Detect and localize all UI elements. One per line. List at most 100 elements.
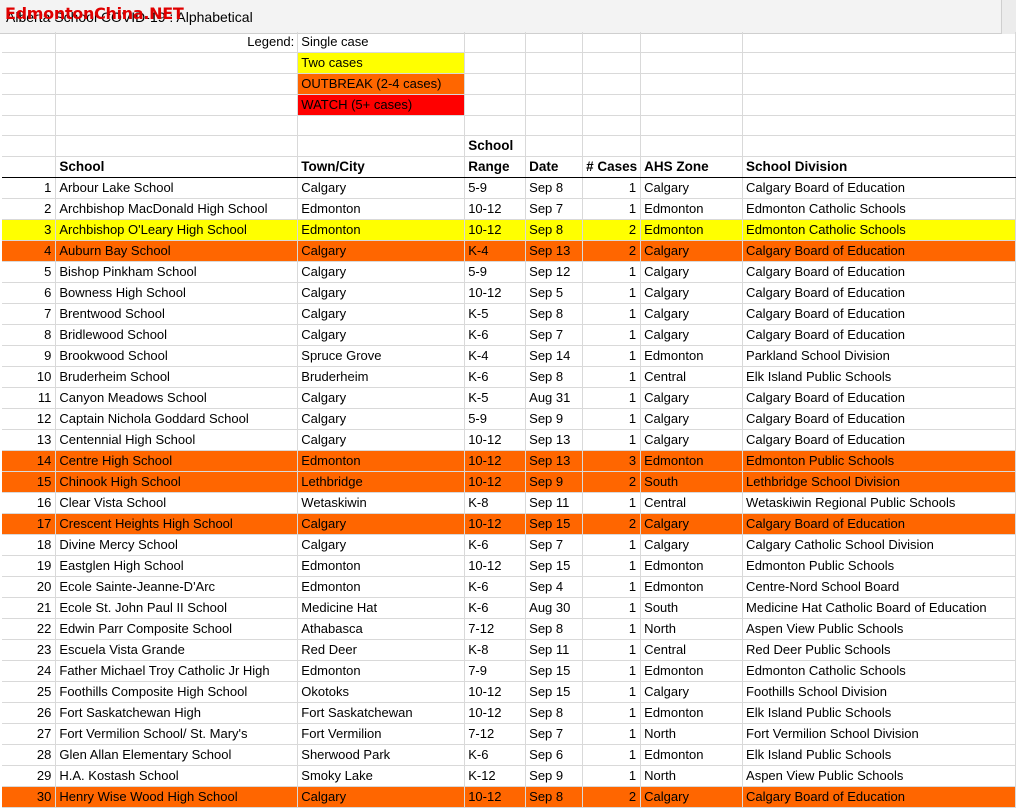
- report-date-cell[interactable]: Sep 15: [525, 555, 584, 577]
- report-date-cell[interactable]: Sep 12: [525, 261, 584, 283]
- school-range-cell[interactable]: 10-12: [464, 450, 527, 472]
- case-count-cell[interactable]: 1: [582, 177, 642, 199]
- legend-outbreak[interactable]: OUTBREAK (2-4 cases): [297, 73, 466, 95]
- table-row[interactable]: 21 Ecole St. John Paul II School Medicine …: [2, 597, 1016, 619]
- school-name-cell[interactable]: Bishop Pinkham School: [55, 261, 299, 283]
- report-date-cell[interactable]: Sep 8: [525, 786, 584, 808]
- report-date-cell[interactable]: Sep 13: [525, 450, 584, 472]
- school-division-cell[interactable]: Edmonton Catholic Schools: [742, 219, 1016, 241]
- report-date-cell[interactable]: Sep 4: [525, 576, 584, 598]
- table-row[interactable]: 27 Fort Vermilion School/ St. Mary's Fort …: [2, 723, 1016, 745]
- school-division-cell[interactable]: Calgary Board of Education: [742, 240, 1016, 262]
- school-name-cell[interactable]: Captain Nichola Goddard School: [55, 408, 299, 430]
- row-number-cell[interactable]: 4: [2, 240, 57, 262]
- town-city-cell[interactable]: Athabasca: [297, 618, 466, 640]
- ahs-zone-cell[interactable]: Calgary: [640, 786, 744, 808]
- table-row[interactable]: 12 Captain Nichola Goddard School Calgary 5…: [2, 408, 1016, 430]
- table-row[interactable]: 5 Bishop Pinkham School Calgary 5-9 Sep 12 1 C…: [2, 261, 1016, 283]
- school-name-cell[interactable]: Bowness High School: [55, 282, 299, 304]
- school-division-cell[interactable]: Calgary Board of Education: [742, 387, 1016, 409]
- school-range-cell[interactable]: K-5: [464, 303, 527, 325]
- ahs-zone-cell[interactable]: Central: [640, 366, 744, 388]
- case-count-cell[interactable]: 1: [582, 660, 642, 682]
- report-date-cell[interactable]: Sep 8: [525, 366, 584, 388]
- case-count-cell[interactable]: 1: [582, 555, 642, 577]
- row-number-cell[interactable]: 23: [2, 639, 57, 661]
- ahs-zone-cell[interactable]: North: [640, 723, 744, 745]
- ahs-zone-cell[interactable]: Edmonton: [640, 702, 744, 724]
- case-count-cell[interactable]: 1: [582, 282, 642, 304]
- school-name-cell[interactable]: Ecole Sainte-Jeanne-D'Arc: [55, 576, 299, 598]
- school-range-cell[interactable]: 10-12: [464, 513, 527, 535]
- school-name-cell[interactable]: Glen Allan Elementary School: [55, 744, 299, 766]
- town-city-cell[interactable]: Fort Vermilion: [297, 723, 466, 745]
- report-date-cell[interactable]: Sep 8: [525, 177, 584, 199]
- town-city-cell[interactable]: Calgary: [297, 240, 466, 262]
- row-number-cell[interactable]: 12: [2, 408, 57, 430]
- town-city-cell[interactable]: Edmonton: [297, 219, 466, 241]
- table-row[interactable]: 2 Archbishop MacDonald High School Edmonto…: [2, 198, 1016, 220]
- table-row[interactable]: 23 Escuela Vista Grande Red Deer K-8 Sep 11 1…: [2, 639, 1016, 661]
- school-division-cell[interactable]: Elk Island Public Schools: [742, 744, 1016, 766]
- school-name-cell[interactable]: Brookwood School: [55, 345, 299, 367]
- ahs-zone-cell[interactable]: South: [640, 471, 744, 493]
- report-date-cell[interactable]: Sep 8: [525, 303, 584, 325]
- school-range-cell[interactable]: 10-12: [464, 219, 527, 241]
- case-count-cell[interactable]: 1: [582, 303, 642, 325]
- town-city-cell[interactable]: Calgary: [297, 513, 466, 535]
- town-city-cell[interactable]: Edmonton: [297, 555, 466, 577]
- report-date-cell[interactable]: Sep 15: [525, 660, 584, 682]
- school-name-cell[interactable]: Archbishop O'Leary High School: [55, 219, 299, 241]
- town-city-cell[interactable]: Calgary: [297, 786, 466, 808]
- table-row[interactable]: 10 Bruderheim School Bruderheim K-6 Sep 8 1 Ce…: [2, 366, 1016, 388]
- case-count-cell[interactable]: 1: [582, 534, 642, 556]
- school-division-cell[interactable]: Foothills School Division: [742, 681, 1016, 703]
- report-date-cell[interactable]: Sep 15: [525, 513, 584, 535]
- row-number-cell[interactable]: 5: [2, 261, 57, 283]
- school-division-cell[interactable]: Fort Vermilion School Division: [742, 723, 1016, 745]
- ahs-zone-cell[interactable]: Edmonton: [640, 198, 744, 220]
- town-city-cell[interactable]: Calgary: [297, 303, 466, 325]
- row-number-cell[interactable]: 14: [2, 450, 57, 472]
- ahs-zone-cell[interactable]: Central: [640, 492, 744, 514]
- ahs-zone-cell[interactable]: Edmonton: [640, 345, 744, 367]
- ahs-zone-cell[interactable]: Calgary: [640, 177, 744, 199]
- school-division-cell[interactable]: Edmonton Public Schools: [742, 555, 1016, 577]
- town-city-cell[interactable]: Calgary: [297, 534, 466, 556]
- report-date-cell[interactable]: Sep 15: [525, 681, 584, 703]
- school-division-cell[interactable]: Calgary Board of Education: [742, 408, 1016, 430]
- school-division-cell[interactable]: Medicine Hat Catholic Board of Education: [742, 597, 1016, 619]
- table-row[interactable]: 1 Arbour Lake School Calgary 5-9 Sep 8 1 Calga…: [2, 177, 1016, 199]
- case-count-cell[interactable]: 2: [582, 219, 642, 241]
- table-row[interactable]: 14 Centre High School Edmonton 10-12 Sep 13 3…: [2, 450, 1016, 472]
- school-name-cell[interactable]: Father Michael Troy Catholic Jr High: [55, 660, 299, 682]
- row-number-cell[interactable]: 24: [2, 660, 57, 682]
- report-date-cell[interactable]: Sep 9: [525, 408, 584, 430]
- row-number-cell[interactable]: 9: [2, 345, 57, 367]
- report-date-cell[interactable]: Sep 7: [525, 723, 584, 745]
- ahs-zone-cell[interactable]: Calgary: [640, 324, 744, 346]
- ahs-zone-cell[interactable]: Edmonton: [640, 660, 744, 682]
- school-division-cell[interactable]: Aspen View Public Schools: [742, 765, 1016, 787]
- school-range-cell[interactable]: K-12: [464, 765, 527, 787]
- ahs-zone-cell[interactable]: Edmonton: [640, 450, 744, 472]
- case-count-cell[interactable]: 1: [582, 366, 642, 388]
- table-row[interactable]: 25 Foothills Composite High School Okotoks…: [2, 681, 1016, 703]
- town-city-cell[interactable]: Calgary: [297, 408, 466, 430]
- case-count-cell[interactable]: 1: [582, 702, 642, 724]
- column-header-school[interactable]: School: [55, 156, 299, 178]
- table-row[interactable]: 8 Bridlewood School Calgary K-6 Sep 7 1 Calgar…: [2, 324, 1016, 346]
- school-range-cell[interactable]: 10-12: [464, 681, 527, 703]
- school-division-cell[interactable]: Parkland School Division: [742, 345, 1016, 367]
- case-count-cell[interactable]: 2: [582, 513, 642, 535]
- school-name-cell[interactable]: Ecole St. John Paul II School: [55, 597, 299, 619]
- town-city-cell[interactable]: Medicine Hat: [297, 597, 466, 619]
- school-name-cell[interactable]: Foothills Composite High School: [55, 681, 299, 703]
- report-date-cell[interactable]: Sep 8: [525, 219, 584, 241]
- row-number-cell[interactable]: 26: [2, 702, 57, 724]
- case-count-cell[interactable]: 2: [582, 471, 642, 493]
- school-range-cell[interactable]: 5-9: [464, 408, 527, 430]
- school-name-cell[interactable]: Bruderheim School: [55, 366, 299, 388]
- school-range-cell[interactable]: K-8: [464, 639, 527, 661]
- row-number-cell[interactable]: 11: [2, 387, 57, 409]
